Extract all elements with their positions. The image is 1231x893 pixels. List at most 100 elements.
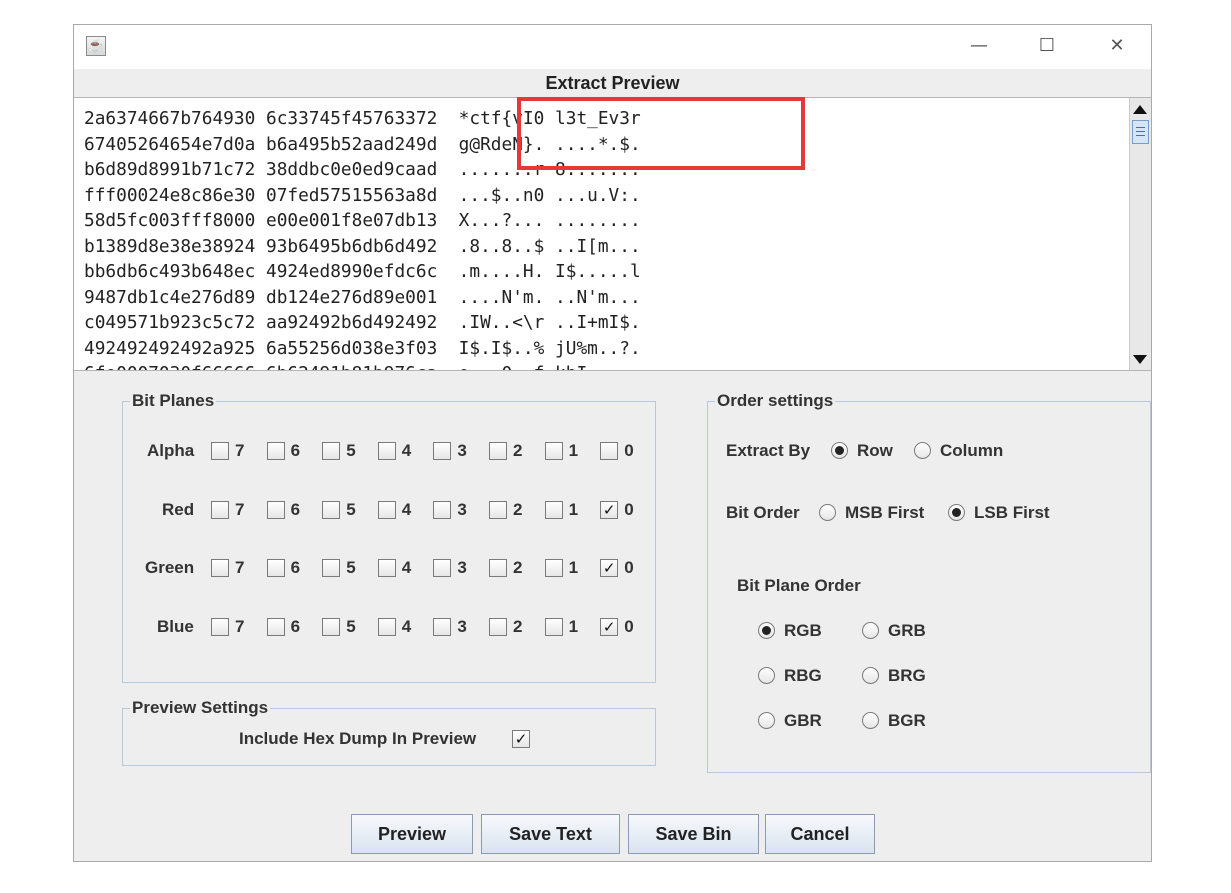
bit-number-label: 7 [235, 558, 245, 577]
plane-order-radio-rbg[interactable] [758, 667, 775, 684]
bit-checkbox-blue-0[interactable]: ✓ [600, 618, 619, 636]
bit-checkbox-alpha-3[interactable] [433, 442, 452, 460]
bit-number-label: 5 [346, 558, 356, 577]
bit-number-label: 3 [457, 558, 467, 577]
title-bar: ☕ — ☐ ✕ [74, 25, 1151, 69]
bit-number-label: 0 [624, 617, 634, 636]
plane-order-radio-gbr[interactable] [758, 712, 775, 729]
bit-number-label: 4 [401, 500, 412, 519]
bit-checkbox-green-1[interactable] [544, 559, 563, 577]
plane-order-radio-grb[interactable] [862, 622, 879, 639]
bit-checkbox-blue-5[interactable] [322, 618, 341, 636]
bit-number-label: 5 [346, 441, 356, 460]
bit-number-label: 7 [235, 500, 245, 519]
extract-by-label-column[interactable]: Column [940, 441, 1003, 461]
maximize-button[interactable]: ☐ [1024, 31, 1070, 61]
bit-checkbox-alpha-7[interactable] [211, 442, 229, 460]
bit-number-label: 6 [290, 617, 301, 636]
bit-checkbox-red-5[interactable] [322, 501, 341, 519]
scroll-thumb[interactable] [1132, 120, 1149, 144]
bit-checkbox-red-3[interactable] [433, 501, 452, 519]
preview-settings-title: Preview Settings [130, 698, 271, 718]
bit-checkbox-alpha-0[interactable] [600, 442, 619, 460]
bit-checkbox-green-7[interactable] [211, 559, 229, 577]
bit-checkbox-alpha-5[interactable] [322, 442, 341, 460]
bit-number-label: 0 [624, 558, 634, 577]
plane-order-radio-brg[interactable] [862, 667, 879, 684]
hex-dump-checkbox[interactable]: ✓ [512, 730, 530, 748]
bit-checkbox-blue-7[interactable] [211, 618, 229, 636]
bit-number-label: 1 [568, 500, 579, 519]
bit-checkbox-red-4[interactable] [377, 501, 396, 519]
hex-dump-label: Include Hex Dump In Preview [239, 729, 477, 748]
bit-order-radio-lsb-first[interactable] [948, 504, 965, 521]
bit-checkbox-green-2[interactable] [489, 559, 507, 577]
bit-number-label: 5 [346, 500, 356, 519]
bit-checkbox-red-6[interactable] [266, 501, 285, 519]
bit-number-label: 2 [513, 500, 523, 519]
bit-number-label: 0 [624, 500, 634, 519]
bit-checkbox-blue-1[interactable] [544, 618, 563, 636]
bit-number-label: 4 [401, 558, 412, 577]
bit-checkbox-red-1[interactable] [544, 501, 563, 519]
close-button[interactable]: ✕ [1094, 31, 1140, 61]
plane-order-radio-rgb[interactable] [758, 622, 775, 639]
bit-checkbox-alpha-6[interactable] [266, 442, 285, 460]
bit-number-label: 6 [290, 500, 301, 519]
bit-order-label-msb-first[interactable]: MSB First [845, 503, 924, 523]
scroll-up-icon[interactable] [1133, 105, 1147, 114]
bit-checkbox-green-4[interactable] [377, 559, 396, 577]
flag-highlight-box [517, 97, 805, 170]
bit-checkbox-green-3[interactable] [433, 559, 452, 577]
bit-number-label: 7 [235, 617, 245, 636]
java-cup-icon: ☕ [86, 36, 106, 56]
bit-number-label: 1 [568, 617, 579, 636]
bit-number-label: 4 [401, 617, 412, 636]
extract-by-label: Extract By [726, 441, 811, 460]
plane-order-radio-bgr[interactable] [862, 712, 879, 729]
extract-by-label-row[interactable]: Row [857, 441, 893, 461]
plane-order-label-rbg[interactable]: RBG [784, 666, 822, 686]
save-text-button[interactable]: Save Text [481, 814, 620, 854]
bit-checkbox-alpha-1[interactable] [544, 442, 563, 460]
bit-number-label: 1 [568, 558, 579, 577]
order-settings-title: Order settings [715, 391, 836, 411]
bit-plane-order-title: Bit Plane Order [737, 576, 861, 595]
plane-order-label-gbr[interactable]: GBR [784, 711, 822, 731]
bit-checkbox-blue-4[interactable] [377, 618, 396, 636]
bit-checkbox-green-5[interactable] [322, 559, 341, 577]
minimize-button[interactable]: — [956, 31, 1002, 61]
extract-preview-title: Extract Preview [545, 73, 680, 93]
bit-number-label: 2 [513, 558, 523, 577]
plane-order-label-rgb[interactable]: RGB [784, 621, 822, 641]
cancel-button[interactable]: Cancel [765, 814, 875, 854]
extract-by-radio-column[interactable] [914, 442, 931, 459]
bit-number-label: 5 [346, 617, 356, 636]
bit-checkbox-alpha-2[interactable] [489, 442, 507, 460]
plane-order-label-brg[interactable]: BRG [888, 666, 926, 686]
preview-scrollbar[interactable] [1129, 98, 1151, 370]
bit-checkbox-red-2[interactable] [489, 501, 507, 519]
bit-checkbox-blue-3[interactable] [433, 618, 452, 636]
bit-number-label: 2 [513, 617, 523, 636]
scroll-down-icon[interactable] [1133, 355, 1147, 364]
extract-by-radio-row[interactable] [831, 442, 848, 459]
bit-checkbox-blue-2[interactable] [489, 618, 507, 636]
bit-order-radio-msb-first[interactable] [819, 504, 836, 521]
plane-order-label-bgr[interactable]: BGR [888, 711, 926, 731]
bit-row-label-green: Green [145, 558, 195, 577]
bit-order-label-lsb-first[interactable]: LSB First [974, 503, 1050, 523]
save-bin-button[interactable]: Save Bin [628, 814, 759, 854]
bit-order-label: Bit Order [726, 503, 800, 522]
bit-checkbox-red-7[interactable] [211, 501, 229, 519]
bit-planes-title: Bit Planes [130, 391, 217, 411]
plane-order-label-grb[interactable]: GRB [888, 621, 926, 641]
preview-button[interactable]: Preview [351, 814, 473, 854]
bit-checkbox-red-0[interactable]: ✓ [600, 501, 619, 519]
bit-checkbox-blue-6[interactable] [266, 618, 285, 636]
bit-number-label: 3 [457, 441, 467, 460]
bit-checkbox-alpha-4[interactable] [377, 442, 396, 460]
bit-checkbox-green-0[interactable]: ✓ [600, 559, 619, 577]
bit-number-label: 3 [457, 500, 467, 519]
bit-checkbox-green-6[interactable] [266, 559, 285, 577]
